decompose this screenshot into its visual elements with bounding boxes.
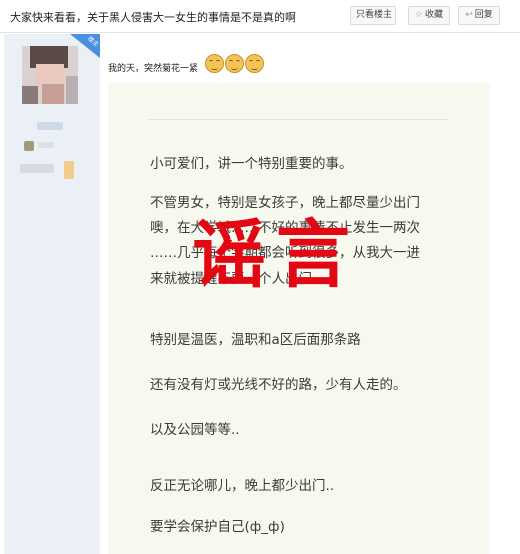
favorite-button[interactable]: ☆ 收藏 bbox=[408, 6, 450, 25]
paragraph: 反正无论哪儿，晚上都少出门.. bbox=[150, 478, 335, 494]
medal-icon bbox=[64, 161, 74, 179]
rumor-stamp: 谣言 bbox=[192, 212, 360, 298]
only-op-label: 只看楼主 bbox=[355, 10, 392, 20]
grin-emoji-icon bbox=[245, 54, 264, 73]
post-intro-text: 我的天，突然菊花一紧 bbox=[108, 64, 199, 74]
star-icon: ☆ bbox=[414, 10, 424, 20]
avatar[interactable] bbox=[22, 46, 78, 104]
grin-emoji-icon bbox=[225, 54, 244, 73]
paragraph: 以及公园等等.. bbox=[150, 422, 240, 438]
paragraph: 不管男女，特别是女孩子，晚上都尽量少出门 bbox=[150, 195, 420, 211]
paragraph: 还有没有灯或光线不好的路，少有人走的。 bbox=[150, 377, 407, 393]
paragraph: 特别是温医，温职和a区后面那条路 bbox=[150, 332, 361, 348]
reply-icon: ↩ bbox=[465, 10, 473, 20]
username-blurred[interactable] bbox=[37, 122, 63, 130]
paragraph: 小可爱们，讲一个特别重要的事。 bbox=[150, 156, 353, 172]
author-sidebar: 楼主 bbox=[4, 34, 100, 554]
grin-emoji-icon bbox=[205, 54, 224, 73]
reply-button[interactable]: ↩ 回复 bbox=[458, 6, 500, 25]
reply-label: 回复 bbox=[474, 10, 493, 20]
paragraph: 要学会保护自己(ф_ф) bbox=[150, 519, 285, 535]
only-op-button[interactable]: 只看楼主 bbox=[350, 6, 396, 25]
level-blurred bbox=[38, 142, 54, 148]
thread-header: 大家快来看看，关于黑人侵害大一女生的事情是不是真的啊 只看楼主 ☆ 收藏 ↩ 回复 bbox=[0, 0, 520, 33]
screenshot-image: 小可爱们，讲一个特别重要的事。 不管男女，特别是女孩子，晚上都尽量少出门 噢，在… bbox=[108, 83, 490, 554]
level-icon bbox=[24, 141, 34, 151]
favorite-label: 收藏 bbox=[425, 10, 444, 20]
divider bbox=[148, 119, 448, 120]
thread-title: 大家快来看看，关于黑人侵害大一女生的事情是不是真的啊 bbox=[10, 11, 296, 24]
tag-blurred bbox=[20, 164, 54, 173]
